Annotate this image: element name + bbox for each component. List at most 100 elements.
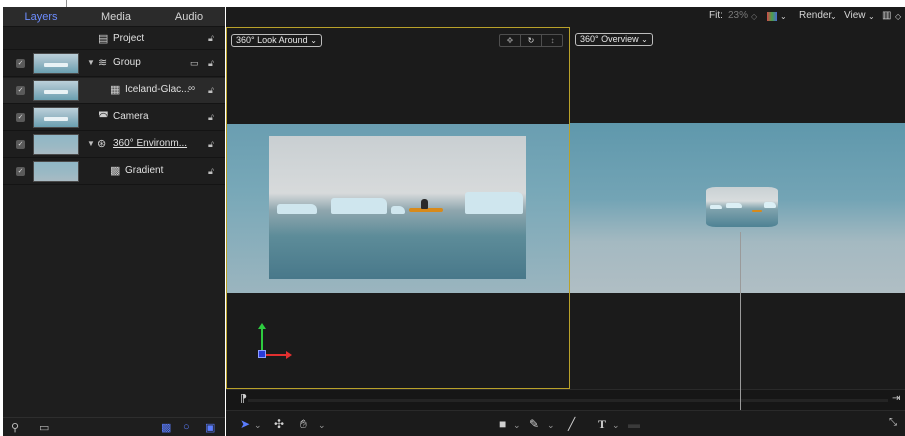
playhead-icon[interactable]: ⁋ [240, 392, 247, 405]
color-channel-icon[interactable] [767, 12, 777, 21]
look-around-label: 360° Look Around [236, 35, 308, 45]
chevron-down-icon: ⌄ [830, 12, 837, 21]
shape-tool-icon[interactable]: ✣ [274, 417, 284, 431]
mask-icon[interactable]: ○ [183, 421, 190, 433]
chevron-down-icon: ⌄ [868, 12, 875, 21]
tab-media[interactable]: Media [79, 7, 153, 27]
tab-audio[interactable]: Audio [153, 7, 225, 27]
overview-dropdown[interactable]: 360° Overview ⌄ [575, 33, 653, 46]
layer-thumbnail [33, 107, 79, 128]
icebergs [269, 192, 526, 218]
pan-icon[interactable]: ✥ [500, 35, 521, 46]
chevron-updown-icon[interactable]: ◇ [751, 12, 757, 21]
viewer-overview[interactable]: 360° Overview ⌄ [570, 27, 905, 389]
environment-sphere [570, 123, 905, 293]
bezier-tool-icon[interactable]: ✎ [529, 417, 539, 431]
tools-toolbar: ➤ ⌄ ✣ ✋︎ ⌄ ■ ⌄ ✎ ⌄ ╱ T ⌄ ▬ ⤡ [226, 410, 905, 436]
visibility-checkbox[interactable]: ✓ [16, 140, 25, 149]
select-tool-icon[interactable]: ➤ [240, 417, 250, 431]
lock-icon[interactable]: 🔓︎ [208, 58, 214, 69]
iceland-glacier-image[interactable] [269, 136, 526, 279]
dolly-icon[interactable]: ↕ [542, 35, 563, 46]
chevron-down-icon: ⌄ [641, 35, 648, 44]
zoom-value[interactable]: 23% [728, 10, 748, 21]
chevron-down-icon[interactable]: ⌄ [318, 420, 326, 431]
checkerboard-icon[interactable]: ▩ [161, 421, 171, 434]
disclosure-triangle-icon[interactable]: ▼ [87, 58, 95, 67]
orbit-icon[interactable]: ↻ [521, 35, 542, 46]
app-window: Layers Media Audio ▤ Project 🔓︎ ✓ ▼ ≋ Gr… [0, 0, 905, 436]
layer-label-camera: Camera [113, 111, 149, 122]
text-tool-icon[interactable]: T [598, 417, 606, 432]
film-icon: ▦ [110, 84, 121, 96]
visibility-checkbox[interactable]: ✓ [16, 113, 25, 122]
environment-icon: ⊛ [97, 138, 107, 150]
layer-thumbnail [33, 134, 79, 155]
layer-row-gradient[interactable]: ✓ ▩ Gradient 🔓︎ [3, 159, 225, 185]
lock-icon[interactable]: 🔓︎ [208, 139, 214, 150]
lock-icon[interactable]: 🔓︎ [208, 112, 214, 123]
visibility-checkbox[interactable]: ✓ [16, 86, 25, 95]
mask-tool-icon: ▬ [628, 417, 640, 431]
layer-row-360-environment[interactable]: ✓ ▼ ⊛ 360° Environm... 🔓︎ [3, 132, 225, 158]
layer-label-project: Project [113, 33, 145, 44]
x-axis-handle[interactable] [263, 354, 287, 356]
behaviors-icon[interactable]: ▣ [205, 421, 215, 434]
overview-label: 360° Overview [580, 34, 639, 44]
layout-icon[interactable]: ▥ [882, 10, 891, 21]
callout-line [740, 232, 741, 389]
document-icon: ▤ [98, 33, 109, 45]
lock-icon[interactable]: 🔓︎ [208, 85, 214, 96]
chevron-down-icon: ⌄ [310, 36, 317, 45]
view-menu[interactable]: View [844, 10, 866, 21]
gradient-icon: ▩ [110, 165, 121, 177]
expand-icon[interactable]: ⤡ [889, 417, 897, 428]
layer-thumbnail [33, 161, 79, 182]
look-around-dropdown[interactable]: 360° Look Around ⌄ [231, 34, 322, 47]
chevron-updown-icon[interactable]: ◇ [895, 12, 901, 21]
layer-thumbnail [33, 53, 79, 74]
chevron-down-icon[interactable]: ⌄ [254, 420, 262, 431]
layer-row-iceland-glacier[interactable]: ✓ ▦ Iceland-Glac... ∞ 🔓︎ [3, 78, 225, 104]
tab-layers[interactable]: Layers [3, 7, 79, 27]
z-axis-handle[interactable] [258, 350, 266, 358]
chevron-down-icon[interactable]: ⌄ [513, 420, 521, 431]
mini-timeline[interactable]: ⁋ ⇥ [226, 389, 905, 410]
lock-icon[interactable]: 🔓︎ [208, 33, 214, 44]
thumbnail-toggle-icon[interactable]: ▭ [39, 421, 49, 434]
layer-row-camera[interactable]: ✓ ◚ Camera 🔓︎ [3, 105, 225, 131]
layer-label-gradient: Gradient [125, 165, 164, 176]
canvas-background [227, 124, 569, 293]
search-icon[interactable]: ⚲ [11, 421, 19, 434]
hand-tool-icon[interactable]: ✋︎ [300, 417, 307, 432]
disclosure-triangle-icon[interactable]: ▼ [87, 139, 95, 148]
lock-icon[interactable]: 🔓︎ [208, 166, 214, 177]
layer-label-iceland: Iceland-Glac... [125, 84, 190, 95]
layer-row-project[interactable]: ▤ Project 🔓︎ [3, 28, 225, 50]
kayaker [421, 199, 428, 209]
chevron-down-icon[interactable]: ⌄ [780, 12, 787, 21]
paint-stroke-icon[interactable]: ╱ [568, 417, 575, 431]
layer-row-group[interactable]: ✓ ▼ ≋ Group ▭ 🔓︎ [3, 51, 225, 77]
visibility-checkbox[interactable]: ✓ [16, 59, 25, 68]
chevron-down-icon[interactable]: ⌄ [547, 420, 555, 431]
iceland-glacier-projection[interactable] [706, 187, 778, 227]
layer-label-group: Group [113, 57, 141, 68]
group-type-icon: ▭ [190, 58, 199, 68]
fit-label: Fit: [709, 10, 723, 21]
layers-panel: Layers Media Audio ▤ Project 🔓︎ ✓ ▼ ≋ Gr… [3, 7, 225, 436]
timeline-track[interactable] [248, 399, 888, 402]
camera-icon: ◚ [98, 111, 109, 123]
chevron-down-icon[interactable]: ⌄ [612, 420, 620, 431]
viewer-look-around[interactable]: 360° Look Around ⌄ ✥ ↻ ↕ [226, 27, 570, 389]
panel-tabs: Layers Media Audio [3, 7, 225, 27]
layers-panel-footer: ⚲ ▭ ▩ ○ ▣ [3, 417, 225, 436]
rectangle-tool-icon[interactable]: ■ [499, 417, 506, 431]
layer-thumbnail [33, 80, 79, 101]
out-point-icon[interactable]: ⇥ [892, 393, 900, 404]
render-menu[interactable]: Render [799, 10, 832, 21]
visibility-checkbox[interactable]: ✓ [16, 167, 25, 176]
camera-nav-group: ✥ ↻ ↕ [499, 34, 563, 47]
link-icon: ∞ [188, 83, 196, 94]
x-axis-arrow[interactable] [286, 351, 292, 359]
